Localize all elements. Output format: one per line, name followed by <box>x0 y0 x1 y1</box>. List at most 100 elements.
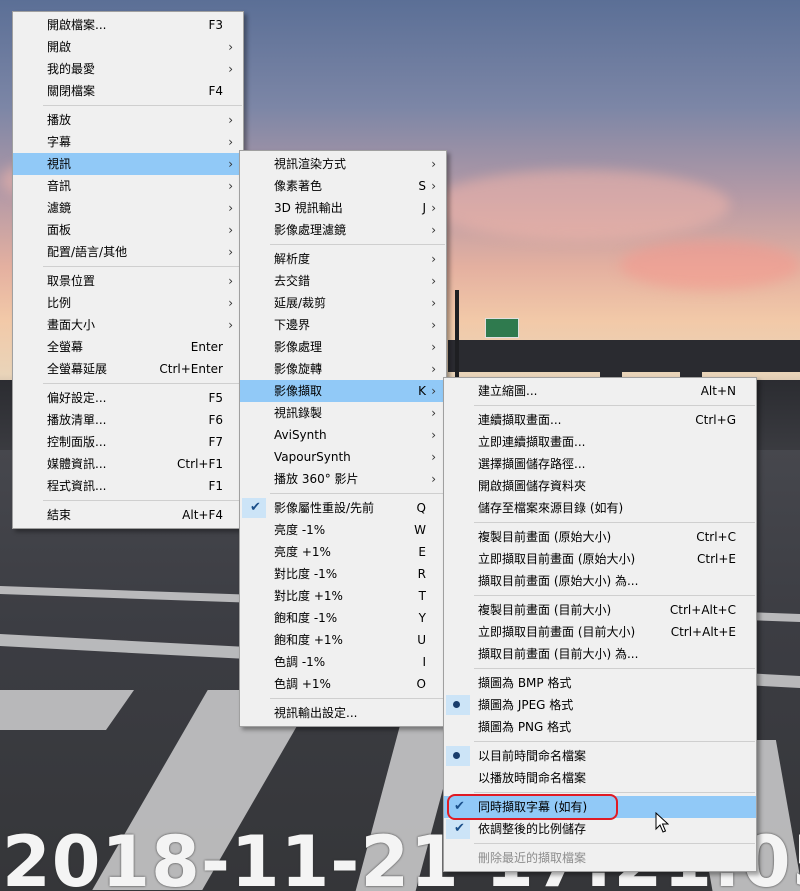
menu-item-shortcut: S <box>418 179 426 193</box>
menu-item-shortcut: Ctrl+E <box>697 552 736 566</box>
menu2-item-27[interactable]: 視訊輸出設定... <box>240 702 446 724</box>
menu3-item-10[interactable]: 擷取目前畫面 (原始大小) 為... <box>444 570 756 592</box>
chevron-right-icon: › <box>431 384 436 398</box>
menu-item-shortcut: K <box>418 384 426 398</box>
menu2-item-25[interactable]: 色調 +1% O <box>240 673 446 695</box>
menu1-item-3[interactable]: 關閉檔案 F4 <box>13 80 243 102</box>
menu-item-label: 以目前時間命名檔案 <box>478 749 587 763</box>
menu1-item-13[interactable]: 取景位置 › <box>13 270 243 292</box>
menu1-item-8[interactable]: 音訊 › <box>13 175 243 197</box>
menu3-item-17[interactable]: 擷圖為 JPEG 格式 <box>444 694 756 716</box>
menu1-item-15[interactable]: 畫面大小 › <box>13 314 243 336</box>
menu3-item-6[interactable]: 儲存至檔案來源目錄 (如有) <box>444 497 756 519</box>
menu-item-label: 儲存至檔案來源目錄 (如有) <box>478 501 624 515</box>
menu-item-label: 影像屬性重設/先前 <box>274 501 375 515</box>
chevron-right-icon: › <box>431 450 436 464</box>
chevron-right-icon: › <box>228 113 233 127</box>
menu1-item-5[interactable]: 播放 › <box>13 109 243 131</box>
menu3-item-0[interactable]: 建立縮圖... Alt+N <box>444 380 756 402</box>
road-sign <box>485 318 519 338</box>
menu3-item-18[interactable]: 擷圖為 PNG 格式 <box>444 716 756 738</box>
menu3-item-9[interactable]: 立即擷取目前畫面 (原始大小) Ctrl+E <box>444 548 756 570</box>
menu3-item-3[interactable]: 立即連續擷取畫面... <box>444 431 756 453</box>
menu3-item-20[interactable]: 以目前時間命名檔案 <box>444 745 756 767</box>
menu-item-label: AviSynth <box>274 428 327 442</box>
menu-item-shortcut: Ctrl+F1 <box>177 457 223 471</box>
menu-separator <box>474 522 755 523</box>
chevron-right-icon: › <box>431 274 436 288</box>
menu3-item-8[interactable]: 複製目前畫面 (原始大小) Ctrl+C <box>444 526 756 548</box>
menu2-item-3[interactable]: 影像處理濾鏡 › <box>240 219 446 241</box>
menu-item-shortcut: Ctrl+Enter <box>159 362 223 376</box>
menu1-item-23[interactable]: 程式資訊... F1 <box>13 475 243 497</box>
menu1-item-22[interactable]: 媒體資訊... Ctrl+F1 <box>13 453 243 475</box>
menu1-item-7[interactable]: 視訊 › <box>13 153 243 175</box>
menu3-item-14[interactable]: 擷取目前畫面 (目前大小) 為... <box>444 643 756 665</box>
menu2-item-14[interactable]: VapourSynth › <box>240 446 446 468</box>
menu2-item-13[interactable]: AviSynth › <box>240 424 446 446</box>
menu1-item-10[interactable]: 面板 › <box>13 219 243 241</box>
menu3-item-24[interactable]: ✔ 依調整後的比例儲存 <box>444 818 756 840</box>
menu-item-label: 程式資訊... <box>47 479 107 493</box>
annotation-highlight-ring <box>447 794 618 820</box>
menu2-item-5[interactable]: 解析度 › <box>240 248 446 270</box>
menu1-item-19[interactable]: 偏好設定... F5 <box>13 387 243 409</box>
menu2-item-22[interactable]: 飽和度 -1% Y <box>240 607 446 629</box>
menu-item-label: 立即擷取目前畫面 (目前大小) <box>478 625 636 639</box>
menu2-item-24[interactable]: 色調 -1% I <box>240 651 446 673</box>
menu1-item-6[interactable]: 字幕 › <box>13 131 243 153</box>
menu2-item-20[interactable]: 對比度 -1% R <box>240 563 446 585</box>
menu1-item-14[interactable]: 比例 › <box>13 292 243 314</box>
menu3-item-13[interactable]: 立即擷取目前畫面 (目前大小) Ctrl+Alt+E <box>444 621 756 643</box>
chevron-right-icon: › <box>431 406 436 420</box>
menu2-item-12[interactable]: 視訊錄製 › <box>240 402 446 424</box>
menu-item-label: 播放 <box>47 113 72 127</box>
menu1-item-0[interactable]: 開啟檔案... F3 <box>13 14 243 36</box>
menu3-item-21[interactable]: 以播放時間命名檔案 <box>444 767 756 789</box>
menu2-item-10[interactable]: 影像旋轉 › <box>240 358 446 380</box>
menu-item-label: 比例 <box>47 296 72 310</box>
menu1-item-1[interactable]: 開啟 › <box>13 36 243 58</box>
menu2-item-0[interactable]: 視訊渲染方式 › <box>240 153 446 175</box>
menu2-item-15[interactable]: 播放 360° 影片 › <box>240 468 446 490</box>
menu-separator <box>43 105 242 106</box>
menu-item-shortcut: T <box>418 589 426 603</box>
menu1-item-11[interactable]: 配置/語言/其他 › <box>13 241 243 263</box>
menu3-item-2[interactable]: 連續擷取畫面... Ctrl+G <box>444 409 756 431</box>
menu2-item-11[interactable]: 影像擷取 K › <box>240 380 446 402</box>
menu-item-shortcut: Enter <box>190 340 223 354</box>
menu-item-label: 影像處理濾鏡 <box>274 223 347 237</box>
menu-item-label: 立即擷取目前畫面 (原始大小) <box>478 552 636 566</box>
menu2-item-2[interactable]: 3D 視訊輸出 J › <box>240 197 446 219</box>
menu2-item-7[interactable]: 延展/裁剪 › <box>240 292 446 314</box>
menu1-item-25[interactable]: 結束 Alt+F4 <box>13 504 243 526</box>
chevron-right-icon: › <box>228 179 233 193</box>
menu3-item-16[interactable]: 擷圖為 BMP 格式 <box>444 672 756 694</box>
menu-item-label: 選擇擷圖儲存路徑... <box>478 457 586 471</box>
menu1-item-20[interactable]: 播放清單... F6 <box>13 409 243 431</box>
menu3-item-12[interactable]: 複製目前畫面 (目前大小) Ctrl+Alt+C <box>444 599 756 621</box>
menu3-item-5[interactable]: 開啟擷圖儲存資料夾 <box>444 475 756 497</box>
menu3-item-4[interactable]: 選擇擷圖儲存路徑... <box>444 453 756 475</box>
chevron-right-icon: › <box>431 179 436 193</box>
menu2-item-9[interactable]: 影像處理 › <box>240 336 446 358</box>
menu2-item-6[interactable]: 去交錯 › <box>240 270 446 292</box>
menu-item-label: 依調整後的比例儲存 <box>478 822 587 836</box>
menu2-item-1[interactable]: 像素著色 S › <box>240 175 446 197</box>
radio-dot-icon <box>453 701 460 708</box>
menu1-item-9[interactable]: 濾鏡 › <box>13 197 243 219</box>
menu1-item-21[interactable]: 控制面版... F7 <box>13 431 243 453</box>
menu-item-label: 視訊錄製 <box>274 406 323 420</box>
menu2-item-17[interactable]: ✔ 影像屬性重設/先前 Q <box>240 497 446 519</box>
menu1-item-16[interactable]: 全螢幕 Enter <box>13 336 243 358</box>
menu2-item-23[interactable]: 飽和度 +1% U <box>240 629 446 651</box>
menu-item-label: 開啟檔案... <box>47 18 107 32</box>
menu2-item-21[interactable]: 對比度 +1% T <box>240 585 446 607</box>
menu2-item-8[interactable]: 下邊界 › <box>240 314 446 336</box>
menu-item-shortcut: F5 <box>208 391 223 405</box>
menu2-item-19[interactable]: 亮度 +1% E <box>240 541 446 563</box>
menu1-item-2[interactable]: 我的最愛 › <box>13 58 243 80</box>
menu2-item-18[interactable]: 亮度 -1% W <box>240 519 446 541</box>
menu1-item-17[interactable]: 全螢幕延展 Ctrl+Enter <box>13 358 243 380</box>
menu-item-label: 對比度 +1% <box>274 589 343 603</box>
